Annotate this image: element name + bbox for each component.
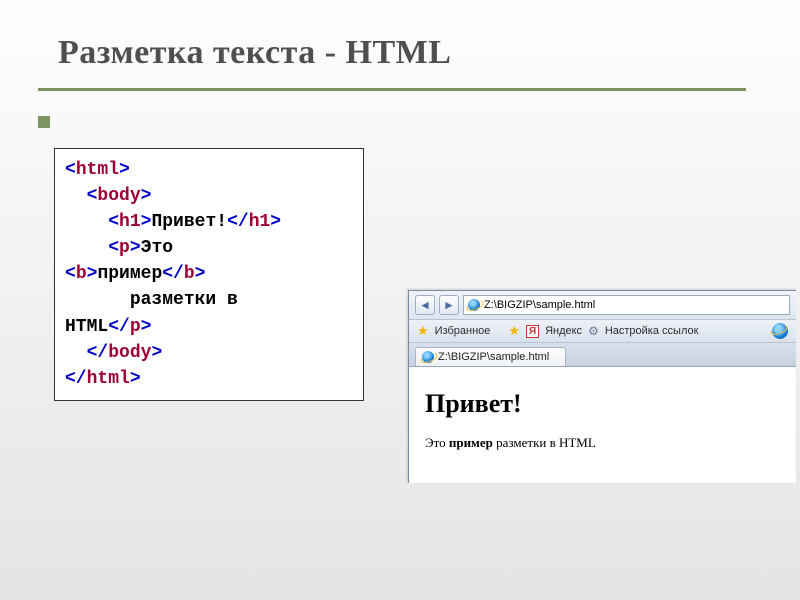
slide: Разметка текста - HTML <html> <body> <h1… (0, 0, 800, 600)
address-field[interactable]: Z:\BIGZIP\sample.html (463, 295, 790, 315)
browser-address-bar: ◄ ► Z:\BIGZIP\sample.html (409, 291, 796, 320)
p-text-1: Это (141, 238, 173, 258)
browser-tab[interactable]: Z:\BIGZIP\sample.html (415, 347, 566, 366)
title-accent-square (38, 116, 50, 128)
browser-tabstrip: Z:\BIGZIP\sample.html (409, 343, 796, 367)
rendered-p-after: разметки в HTML (493, 435, 596, 450)
browser-window: ◄ ► Z:\BIGZIP\sample.html ★ Избранное ★ … (408, 290, 796, 483)
ie-icon (468, 299, 480, 311)
rendered-heading: Привет! (425, 389, 780, 419)
nav-forward-button[interactable]: ► (439, 295, 459, 315)
h1-text: Привет! (151, 212, 227, 232)
gear-icon[interactable]: ⚙ (588, 324, 599, 338)
yandex-label[interactable]: Яндекс (545, 325, 582, 337)
tag-h1-close: h1 (249, 212, 271, 232)
tag-b-open: b (76, 264, 87, 284)
code-example-box: <html> <body> <h1>Привет!</h1> <p>Это <b… (54, 148, 364, 401)
star-icon[interactable]: ★ (508, 323, 520, 339)
yandex-icon[interactable]: Я (526, 325, 539, 338)
title-area: Разметка текста - HTML (0, 0, 800, 78)
rendered-p-before: Это (425, 435, 449, 450)
tag-h1-open: h1 (119, 212, 141, 232)
p-text-3: HTML (65, 317, 108, 337)
tag-b-close: b (184, 264, 195, 284)
tab-title: Z:\BIGZIP\sample.html (438, 351, 549, 363)
b-text: пример (97, 264, 162, 284)
favorites-star-icon[interactable]: ★ (417, 323, 429, 339)
nav-back-button[interactable]: ◄ (415, 295, 435, 315)
title-underline (38, 88, 746, 91)
tag-html-open: html (76, 160, 119, 180)
tag-p-close: p (130, 317, 141, 337)
browser-toolbar: ★ Избранное ★ Я Яндекс ⚙ Настройка ссыло… (409, 320, 796, 343)
browser-viewport: Привет! Это пример разметки в HTML (409, 367, 796, 483)
rendered-p-bold: пример (449, 435, 493, 450)
rendered-paragraph: Это пример разметки в HTML (425, 435, 780, 451)
p-text-2: разметки в (130, 290, 238, 310)
tab-ie-icon (422, 351, 434, 363)
tag-body-open: body (97, 186, 140, 206)
tag-p-open: p (119, 238, 130, 258)
tag-body-close: body (108, 343, 151, 363)
settings-label[interactable]: Настройка ссылок (605, 325, 699, 337)
favorites-label[interactable]: Избранное (435, 325, 491, 337)
tag-html-close: html (87, 369, 130, 389)
address-text: Z:\BIGZIP\sample.html (484, 299, 595, 311)
slide-title: Разметка текста - HTML (58, 34, 800, 72)
ie-logo-icon (772, 323, 788, 339)
